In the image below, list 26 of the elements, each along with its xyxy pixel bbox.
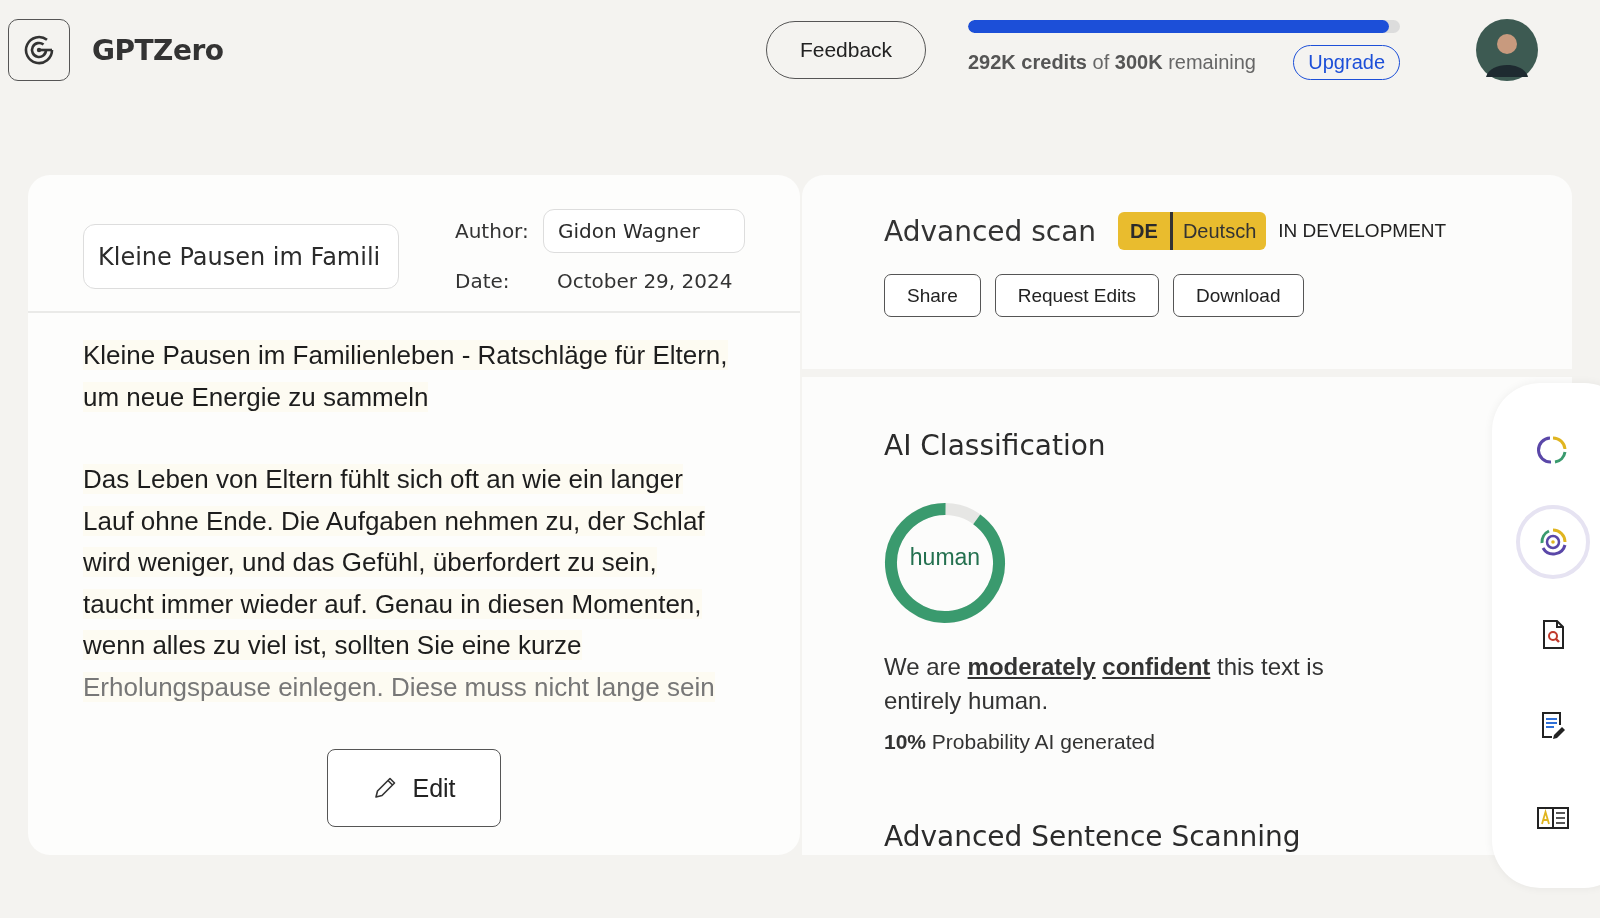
- scan-title: Advanced scan: [884, 214, 1097, 248]
- credits-text: 292K credits of 300K remaining: [968, 51, 1256, 74]
- confidence-link[interactable]: moderately: [967, 653, 1096, 680]
- date-value: October 29, 2024: [556, 268, 733, 295]
- status-text: IN DEVELOPMENT: [1278, 220, 1447, 242]
- avatar[interactable]: [1476, 19, 1538, 81]
- logo-icon: [8, 19, 70, 81]
- request-edits-button[interactable]: Request Edits: [994, 274, 1159, 317]
- probability-text: 10% Probability AI generated: [884, 730, 1156, 754]
- download-button[interactable]: Download: [1173, 274, 1304, 317]
- language-badge: DE Deutsch: [1118, 212, 1267, 250]
- date-label: Date:: [455, 269, 511, 293]
- classification-label: human: [908, 544, 982, 571]
- body-paragraph: Kleine Pausen im Familienleben - Ratschläge für Eltern, um neue Energie zu sammeln: [83, 339, 729, 414]
- section-heading: AI Classification: [884, 429, 1107, 462]
- author-field[interactable]: Gidon Wagner: [543, 209, 745, 253]
- author-label: Author:: [455, 219, 530, 243]
- section-heading: Advanced Sentence Scanning: [884, 820, 1302, 853]
- title-field[interactable]: Kleine Pausen im Famili: [83, 224, 399, 289]
- confidence-link[interactable]: confident: [1102, 653, 1211, 680]
- confidence-text: We are moderately confident this text is entirely human.: [884, 652, 1325, 716]
- tool-button[interactable]: [1516, 505, 1590, 579]
- edit-button[interactable]: Edit: [327, 749, 501, 827]
- app-name: GPTZero: [92, 33, 224, 67]
- share-button[interactable]: Share: [884, 274, 981, 317]
- body-paragraph: Das Leben von Eltern fühlt sich oft an wie ein langer Lauf ohne Ende. Die Aufgaben nehmen zu, der Schlaf wird weniger, und das Gefühl, überfordert zu sein, taucht immer wieder auf. Genau in diesen Momenten, wenn alles zu viel ist, sollten Sie eine kurze Erholungspause einlegen. Diese muss nicht lange sein: [83, 463, 716, 704]
